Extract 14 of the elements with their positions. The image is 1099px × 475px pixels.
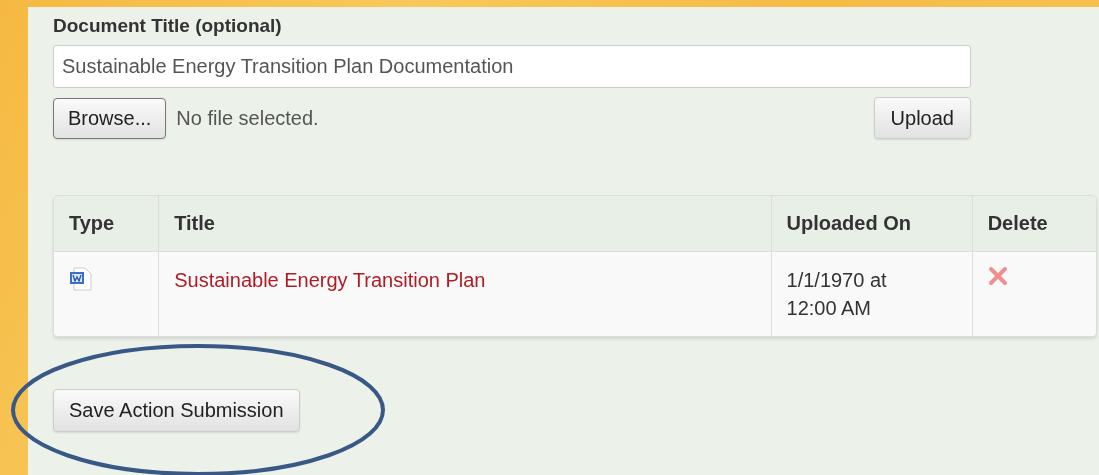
document-link[interactable]: Sustainable Energy Transition Plan xyxy=(174,269,486,291)
word-document-icon xyxy=(69,266,95,292)
document-title-field[interactable]: Sustainable Energy Transition Plan Documentation xyxy=(53,45,971,88)
column-header: Delete xyxy=(987,212,1048,234)
upload-date: 1/1/1970 at 12:00 AM xyxy=(786,268,888,321)
upload-button[interactable]: Upload xyxy=(873,97,971,139)
save-button[interactable]: Save Action Submission xyxy=(53,389,300,432)
column-header: Uploaded On xyxy=(786,212,911,234)
field-label: Document Title (optional) xyxy=(53,15,283,38)
delete-icon[interactable] xyxy=(987,266,1008,286)
browse-button[interactable]: Browse... xyxy=(53,97,167,139)
file-status: No file selected. xyxy=(176,106,320,130)
column-header: Title xyxy=(174,212,215,234)
column-header: Type xyxy=(69,212,115,234)
